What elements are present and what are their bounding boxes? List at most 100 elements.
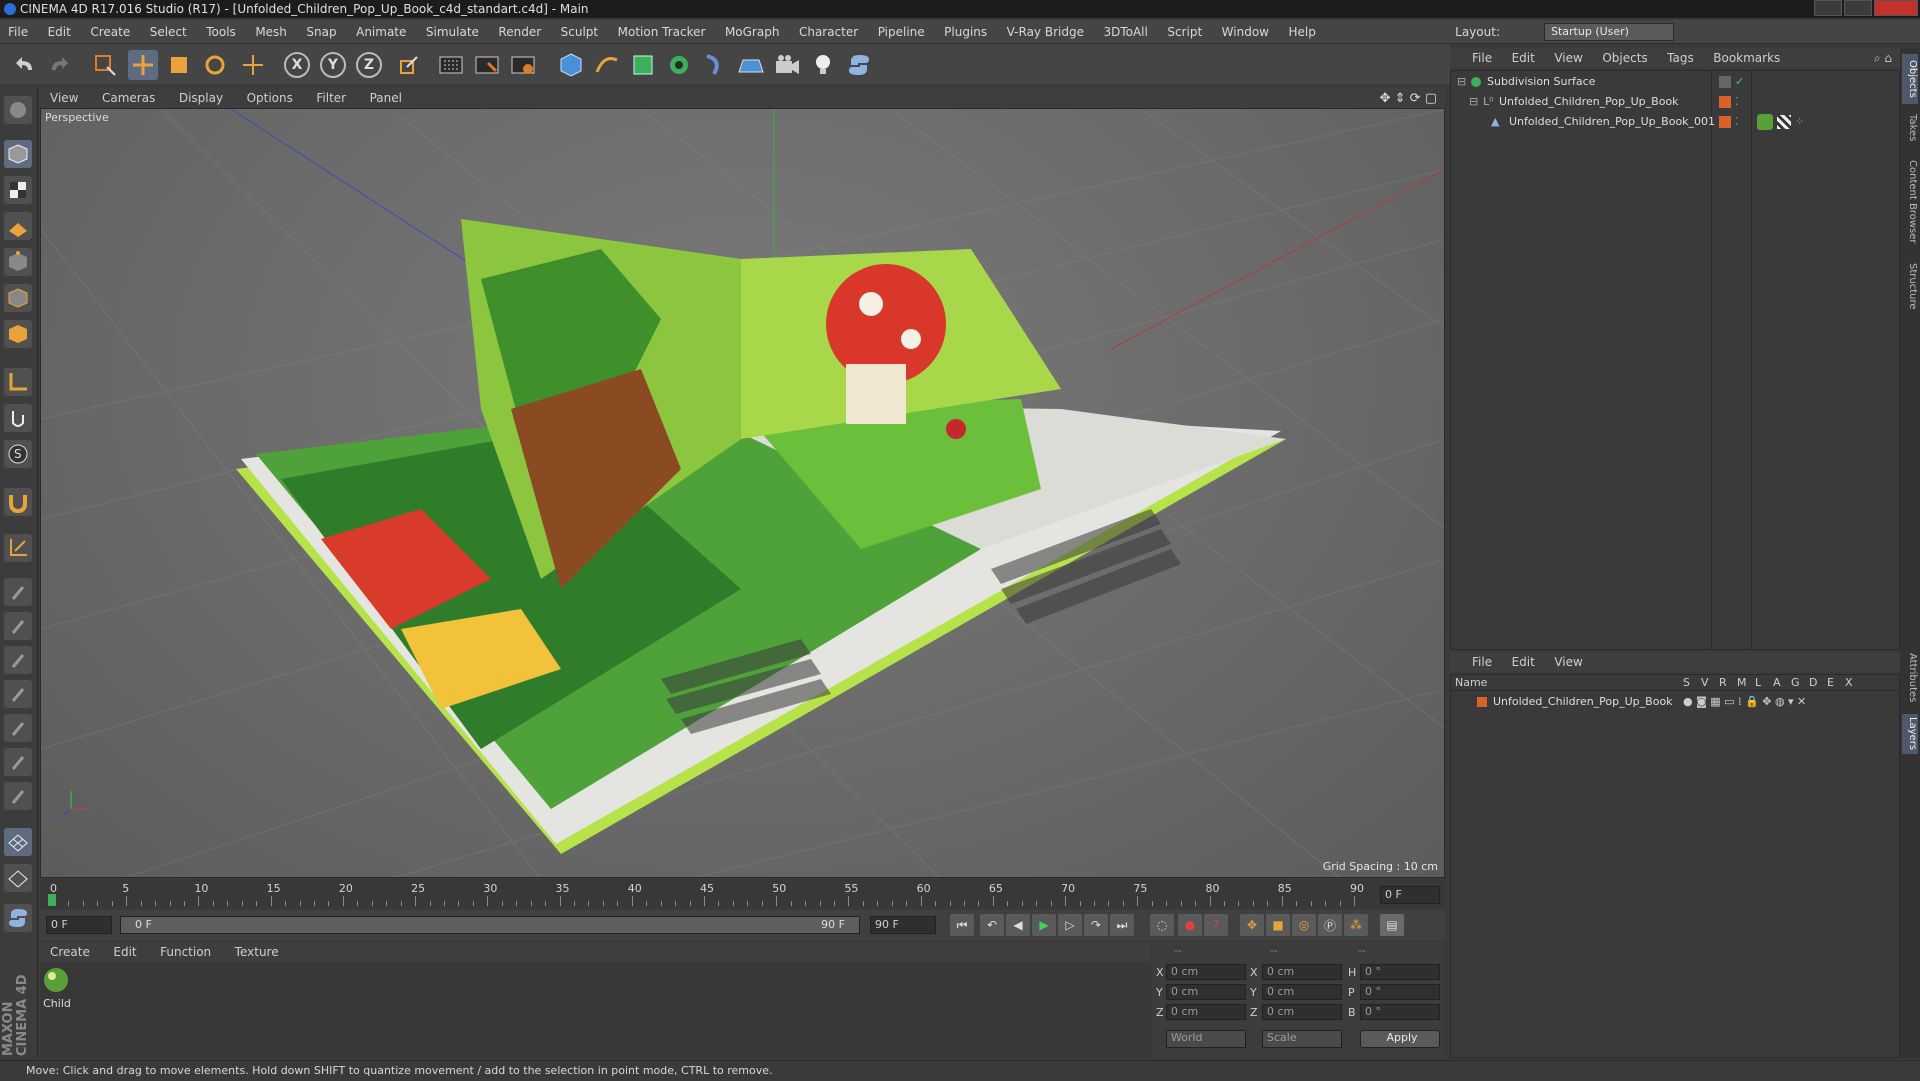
layer-color-swatch[interactable]	[1719, 116, 1731, 128]
viewport-menu-display[interactable]: Display	[169, 88, 233, 108]
rot-h-field[interactable]: 0 °	[1360, 964, 1440, 980]
layers-menu-file[interactable]: File	[1450, 652, 1500, 672]
material-menu-edit[interactable]: Edit	[103, 942, 146, 962]
material-menu-texture[interactable]: Texture	[225, 942, 289, 962]
next-frame-icon[interactable]: ▷	[1058, 914, 1082, 936]
visibility-dots-icon[interactable]: ⁚	[1735, 93, 1739, 111]
object-row-subdivision[interactable]: ⊟ Subdivision Surface ✓	[1451, 73, 1899, 91]
pos-y-field[interactable]: 0 cm	[1166, 984, 1246, 1000]
pos-x-field[interactable]: 0 cm	[1166, 964, 1246, 980]
close-button[interactable]	[1874, 0, 1918, 16]
object-row-book[interactable]: ⊟ L⁰ Unfolded_Children_Pop_Up_Book ⁚	[1451, 93, 1899, 111]
menu-vray-bridge[interactable]: V-Ray Bridge	[999, 20, 1092, 44]
mograph-cloner-icon[interactable]	[664, 50, 694, 80]
objects-menu-tags[interactable]: Tags	[1659, 48, 1702, 68]
previous-key-icon[interactable]: ↶	[980, 914, 1004, 936]
menu-mesh[interactable]: Mesh	[247, 20, 295, 44]
menu-animate[interactable]: Animate	[348, 20, 414, 44]
model-mode-icon[interactable]	[4, 140, 32, 168]
expand-toggle-icon[interactable]: ⊟	[1457, 73, 1466, 91]
apply-button[interactable]: Apply	[1360, 1030, 1440, 1048]
start-frame-field[interactable]: 0 F	[46, 916, 112, 934]
rot-p-field[interactable]: 0 °	[1360, 984, 1440, 1000]
polygons-mode-icon[interactable]	[4, 320, 32, 348]
pos-z-field[interactable]: 0 cm	[1166, 1004, 1246, 1020]
menu-3dtoall[interactable]: 3DToAll	[1095, 20, 1155, 44]
current-frame-field[interactable]: 0 F	[1380, 886, 1440, 904]
texture-mode-icon[interactable]	[4, 176, 32, 204]
perspective-viewport[interactable]: Perspective Grid Spacing: 10 cm	[40, 108, 1445, 878]
key-rotation-icon[interactable]: ◎	[1292, 914, 1316, 936]
maximize-button[interactable]	[1844, 0, 1872, 16]
visibility-dots-icon[interactable]: ⁚	[1735, 113, 1739, 131]
layer-col-manager[interactable]: M	[1737, 676, 1747, 689]
transform-tool-icon[interactable]	[238, 50, 268, 80]
objects-search-icon[interactable]: ⌕ ⌂	[1874, 51, 1892, 66]
material-menu-create[interactable]: Create	[40, 942, 100, 962]
phong-tag-icon[interactable]: ⁘	[1795, 113, 1804, 131]
workplane-axis-icon[interactable]	[4, 534, 32, 562]
axis-z-lock-button[interactable]: Z	[356, 52, 382, 78]
layer-col-generators[interactable]: G	[1791, 676, 1800, 689]
key-pla-icon[interactable]: ⁂	[1344, 914, 1368, 936]
objects-menu-view[interactable]: View	[1546, 48, 1590, 68]
playhead-marker[interactable]	[48, 894, 56, 906]
go-to-start-icon[interactable]: ⏮	[950, 914, 974, 936]
layout-select[interactable]: Startup (User)	[1544, 23, 1674, 41]
go-to-end-icon[interactable]: ⏭	[1110, 914, 1134, 936]
axis-y-lock-button[interactable]: Y	[320, 52, 346, 78]
rot-b-field[interactable]: 0 °	[1360, 1004, 1440, 1020]
tweak-mode-icon[interactable]	[4, 404, 32, 432]
menu-create[interactable]: Create	[82, 20, 138, 44]
object-row-book-001[interactable]: ▲ Unfolded_Children_Pop_Up_Book_001 ⁚ ⁘	[1451, 113, 1899, 131]
menu-script[interactable]: Script	[1159, 20, 1210, 44]
previous-frame-icon[interactable]: ◀	[1006, 914, 1030, 936]
redo-icon[interactable]	[44, 50, 74, 80]
subdivision-generator-icon[interactable]	[628, 50, 658, 80]
workplane-mode-icon[interactable]	[4, 212, 32, 240]
material-tag-icon[interactable]	[1757, 114, 1773, 130]
end-frame-field[interactable]: 90 F	[870, 916, 936, 934]
coordinate-system-icon[interactable]	[394, 50, 424, 80]
size-y-field[interactable]: 0 cm	[1262, 984, 1342, 1000]
menu-tools[interactable]: Tools	[198, 20, 244, 44]
visibility-dots-icon[interactable]	[1719, 76, 1731, 88]
menu-render[interactable]: Render	[490, 20, 549, 44]
points-mode-icon[interactable]	[4, 248, 32, 276]
material-swatch[interactable]: Child	[42, 966, 72, 1010]
key-position-icon[interactable]: ✥	[1240, 914, 1264, 936]
menu-select[interactable]: Select	[142, 20, 195, 44]
render-settings-icon[interactable]	[508, 50, 538, 80]
menu-window[interactable]: Window	[1214, 20, 1277, 44]
minimize-button[interactable]	[1814, 0, 1842, 16]
play-forward-icon[interactable]: ▶	[1032, 914, 1056, 936]
layer-col-view[interactable]: V	[1701, 676, 1709, 689]
tab-layers[interactable]: Layers	[1902, 714, 1918, 754]
layer-col-render[interactable]: R	[1719, 676, 1727, 689]
menu-character[interactable]: Character	[791, 20, 866, 44]
layer-color-swatch[interactable]	[1477, 697, 1487, 707]
menu-mograph[interactable]: MoGraph	[717, 20, 788, 44]
menu-help[interactable]: Help	[1280, 20, 1323, 44]
viewport-menu-panel[interactable]: Panel	[360, 88, 412, 108]
objects-menu-file[interactable]: File	[1450, 48, 1500, 68]
brush-knife-icon[interactable]	[4, 782, 32, 810]
viewport-menu-view[interactable]: View	[40, 88, 88, 108]
layer-color-swatch[interactable]	[1719, 96, 1731, 108]
layer-col-animation[interactable]: A	[1773, 676, 1781, 689]
next-key-icon[interactable]: ↷	[1084, 914, 1108, 936]
layer-col-xref[interactable]: X	[1845, 676, 1853, 689]
size-mode-select[interactable]: Scale	[1262, 1030, 1342, 1048]
tab-takes[interactable]: Takes	[1902, 108, 1918, 148]
sculpt-layer-icon[interactable]	[4, 864, 32, 892]
menu-simulate[interactable]: Simulate	[418, 20, 487, 44]
light-icon[interactable]	[808, 50, 838, 80]
brush-pinch-icon[interactable]	[4, 748, 32, 776]
camera-icon[interactable]	[772, 50, 802, 80]
live-selection-icon[interactable]	[90, 50, 120, 80]
viewport-nav-icons[interactable]: ✥ ⇕ ⟳ ▢	[1380, 91, 1437, 106]
brush-smooth-icon[interactable]	[4, 578, 32, 606]
objects-menu-edit[interactable]: Edit	[1504, 48, 1543, 68]
snap-icon[interactable]: S	[4, 440, 32, 468]
brush-grab-icon[interactable]	[4, 646, 32, 674]
